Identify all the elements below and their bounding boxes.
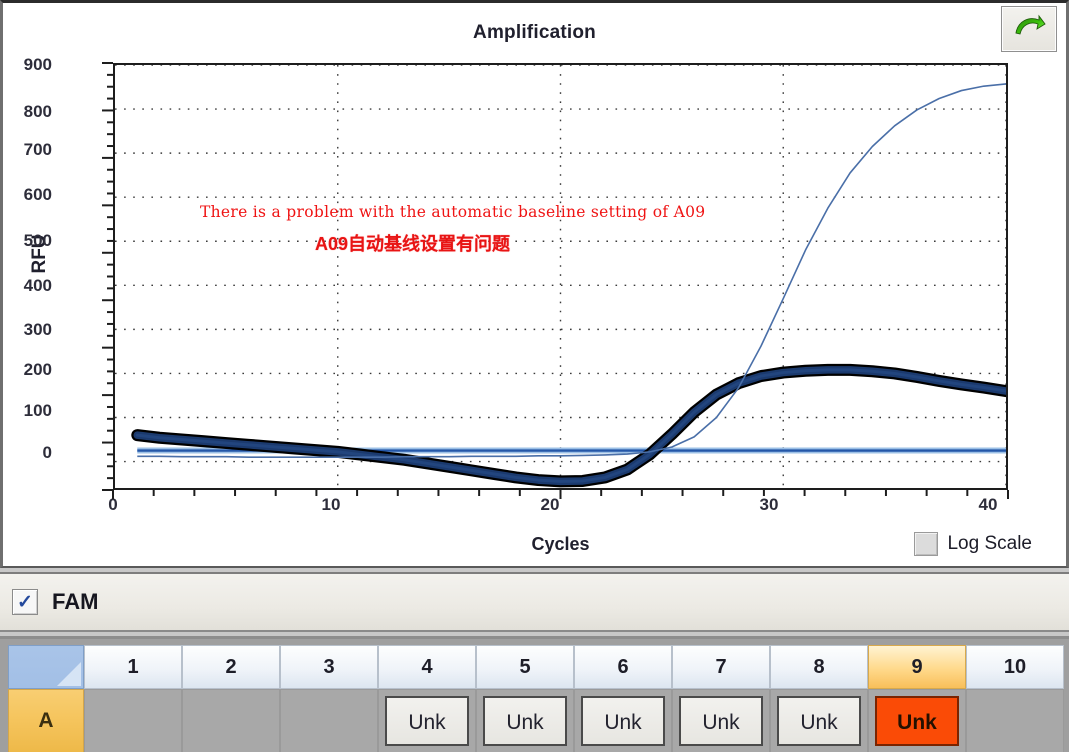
select-all-corner[interactable] [8, 645, 84, 689]
well-a01[interactable] [84, 689, 182, 752]
y-tick-800: 800 [23, 102, 52, 121]
row-header-a[interactable]: A [8, 689, 84, 752]
y-tick-0: 0 [42, 443, 52, 462]
y-tick-200: 200 [23, 360, 52, 379]
well-a08-label: Unk [777, 696, 861, 746]
well-a02[interactable] [182, 689, 280, 752]
column-header-3[interactable]: 3 [280, 645, 378, 689]
fam-checkbox[interactable]: ✓ [12, 589, 38, 615]
fam-label: FAM [52, 589, 99, 614]
well-a04-label: Unk [385, 696, 469, 746]
y-tick-300: 300 [23, 320, 52, 339]
y-tick-600: 600 [23, 185, 52, 204]
column-header-4[interactable]: 4 [378, 645, 476, 689]
well-a04[interactable]: Unk [378, 689, 476, 752]
page-title: Amplification [473, 22, 596, 43]
y-tick-400: 400 [23, 276, 52, 295]
y-tick-900: 900 [23, 55, 52, 74]
y-tick-700: 700 [23, 140, 52, 159]
y-tick-500: 500 [23, 231, 52, 250]
axis-ticks [102, 62, 1009, 499]
amplification-window: Amplification RFU 900 800 700 600 500 40… [0, 0, 1069, 752]
plate-header-row: 1 2 3 4 5 6 7 8 9 10 [8, 645, 1064, 689]
amplification-chart-panel: Amplification RFU 900 800 700 600 500 40… [0, 0, 1069, 568]
column-header-10[interactable]: 10 [966, 645, 1064, 689]
column-header-8[interactable]: 8 [770, 645, 868, 689]
well-a10[interactable] [966, 689, 1064, 752]
log-scale-control[interactable]: Log Scale [914, 532, 1032, 556]
annotation-chinese: A09自动基线设置有问题 [315, 234, 511, 254]
well-a05-label: Unk [483, 696, 567, 746]
column-header-7[interactable]: 7 [672, 645, 770, 689]
reset-zoom-button[interactable] [1001, 6, 1057, 52]
column-header-2[interactable]: 2 [182, 645, 280, 689]
annotation-english: There is a problem with the automatic ba… [200, 203, 706, 221]
log-scale-checkbox[interactable] [914, 532, 939, 556]
well-a08[interactable]: Unk [770, 689, 868, 752]
well-a06[interactable]: Unk [574, 689, 672, 752]
well-a06-label: Unk [581, 696, 665, 746]
well-a09[interactable]: Unk [868, 689, 966, 752]
x-axis-label: Cycles [531, 534, 590, 554]
well-a09-label: Unk [875, 696, 959, 746]
plate-table: 1 2 3 4 5 6 7 8 9 10 A Unk Unk Unk Unk U… [8, 645, 1064, 752]
column-header-1[interactable]: 1 [84, 645, 182, 689]
well-a07[interactable]: Unk [672, 689, 770, 752]
log-scale-label: Log Scale [947, 533, 1032, 554]
well-a07-label: Unk [679, 696, 763, 746]
column-header-9[interactable]: 9 [868, 645, 966, 689]
column-header-6[interactable]: 6 [574, 645, 672, 689]
well-a05[interactable]: Unk [476, 689, 574, 752]
column-header-5[interactable]: 5 [476, 645, 574, 689]
plate-grid: 1 2 3 4 5 6 7 8 9 10 A Unk Unk Unk Unk U… [0, 636, 1069, 752]
y-tick-100: 100 [23, 401, 52, 420]
table-row: A Unk Unk Unk Unk Unk Unk [8, 689, 1064, 752]
well-a03[interactable] [280, 689, 378, 752]
green-curved-arrow-icon [1012, 14, 1046, 45]
fluorophore-bar: ✓ FAM [0, 572, 1069, 632]
